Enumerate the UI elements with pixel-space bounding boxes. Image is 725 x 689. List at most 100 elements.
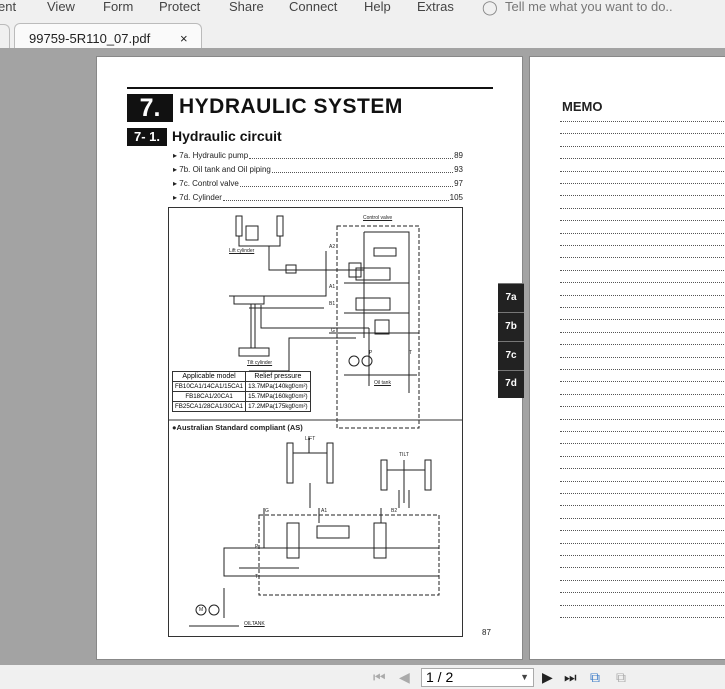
memo-line [560, 331, 725, 333]
side-tab-7d[interactable]: 7d [498, 370, 524, 398]
side-tab-7a[interactable]: 7a [498, 283, 524, 312]
table-cell: 13.7MPa(140kgf/cm²) [245, 381, 311, 392]
memo-line [560, 431, 725, 432]
tab-document[interactable]: 99759-5R110_07.pdf × [14, 23, 202, 49]
menu-extras[interactable]: Extras [417, 0, 454, 14]
memo-line [560, 505, 725, 507]
memo-line [560, 207, 725, 209]
leader-dots [239, 179, 454, 187]
menu-help[interactable]: Help [364, 0, 391, 14]
close-icon[interactable]: × [180, 31, 188, 46]
label-p: P [255, 544, 259, 550]
tell-me-search[interactable]: Tell me what you want to do.. [505, 0, 673, 14]
menu-document[interactable]: ent [0, 0, 16, 14]
port-a2: A2 [329, 244, 336, 250]
memo-line [560, 170, 725, 172]
label-tilt-cylinder: Tilt cylinder [247, 360, 273, 366]
label-control-valve: Control valve [363, 215, 393, 221]
first-page-button[interactable]: ⏮ [373, 669, 386, 686]
memo-line [560, 220, 725, 222]
memo-line [560, 592, 725, 594]
memo-line [560, 307, 725, 308]
port-g: G [331, 328, 335, 334]
document-viewer[interactable]: 7. HYDRAULIC SYSTEM 7- 1. Hydraulic circ… [0, 48, 725, 665]
previous-page-button[interactable]: ◀ [399, 669, 410, 686]
memo-line [560, 455, 725, 457]
toc-item[interactable]: ▸ 7c. Control valve 97 [173, 179, 463, 189]
leader-dots [271, 165, 454, 173]
memo-line [560, 555, 725, 556]
as-title: ●Australian Standard compliant (AS) [172, 423, 303, 432]
table-cell: 15.7MPa(160kgf/cm²) [245, 391, 311, 402]
menu-bar: ent View Form Protect Share Connect Help… [0, 0, 725, 20]
label-oiltank: OILTANK [244, 621, 265, 627]
menu-form[interactable]: Form [103, 0, 133, 14]
section-number: 7- 1. [127, 128, 167, 146]
memo-line [560, 493, 725, 494]
memo-line [560, 579, 725, 581]
menu-view[interactable]: View [47, 0, 75, 14]
leader-dots [222, 193, 449, 201]
memo-line [560, 604, 725, 606]
memo-line [560, 381, 725, 383]
toc-item[interactable]: ▸ 7a. Hydraulic pump 89 [173, 151, 463, 161]
side-tab-7b[interactable]: 7b [498, 312, 524, 341]
memo-line [560, 145, 725, 147]
toc-page: 89 [454, 151, 463, 160]
memo-line [560, 195, 725, 197]
memo-line [560, 294, 725, 296]
menu-connect[interactable]: Connect [289, 0, 337, 14]
memo-line [560, 443, 725, 445]
memo-line [560, 257, 725, 259]
next-page-button[interactable]: ▶ [542, 669, 553, 686]
tab-bar: 99759-5R110_07.pdf × [0, 20, 725, 49]
toc-page: 97 [454, 179, 463, 188]
chapter-title: HYDRAULIC SYSTEM [179, 95, 403, 118]
toc-page: 105 [449, 193, 463, 202]
menu-protect[interactable]: Protect [159, 0, 200, 14]
chevron-down-icon[interactable]: ▼ [520, 669, 529, 686]
table-row: FB25CA1/28CA1/30CA1 17.2MPa(175kgf/cm²) [171, 401, 311, 412]
section-title: Hydraulic circuit [172, 128, 282, 144]
tab-previous[interactable] [0, 24, 10, 48]
memo-line [560, 567, 725, 569]
memo-line [560, 517, 725, 519]
memo-line [560, 530, 725, 532]
table-cell: FB25CA1/28CA1/30CA1 [171, 401, 247, 412]
toc-label: ▸ 7b. Oil tank and Oil piping [173, 165, 271, 174]
page-indicator: 1 / 2 [426, 669, 454, 685]
port-a1: A1 [329, 284, 336, 290]
label-tilt: TILT [399, 452, 409, 458]
chapter-side-tabs: 7a 7b 7c 7d [498, 283, 524, 398]
table-cell: FB18CA1/20CA1 [171, 391, 247, 402]
lightbulb-icon: ◯ [482, 0, 498, 15]
label-lift: LIFT [305, 436, 316, 442]
toc-item[interactable]: ▸ 7d. Cylinder 105 [173, 193, 463, 203]
memo-line [560, 245, 725, 246]
memo-line [560, 617, 725, 618]
menu-share[interactable]: Share [229, 0, 264, 14]
memo-line [560, 121, 725, 122]
side-tab-7c[interactable]: 7c [498, 341, 524, 370]
page-selector[interactable]: 1 / 2 ▼ [421, 668, 534, 687]
previous-view-icon[interactable]: ⧉ [590, 669, 600, 686]
page-memo: MEMO [529, 56, 725, 660]
memo-line [560, 393, 725, 395]
next-view-icon[interactable]: ⧉ [616, 669, 626, 686]
toc-item[interactable]: ▸ 7b. Oil tank and Oil piping 93 [173, 165, 463, 175]
memo-line [560, 269, 725, 271]
label-t: T [255, 574, 259, 580]
memo-line [560, 418, 725, 420]
memo-line [560, 369, 725, 370]
navigation-bar: ⏮ ◀ 1 / 2 ▼ ▶ ⏭ ⧉ ⧉ [0, 665, 725, 689]
label-oil-tank: Oil tank [374, 380, 391, 386]
memo-line [560, 356, 725, 358]
toc-label: ▸ 7c. Control valve [173, 179, 239, 188]
leader-dots [249, 151, 454, 159]
last-page-button[interactable]: ⏭ [564, 669, 577, 686]
memo-line [560, 480, 725, 482]
page-number: 87 [482, 628, 491, 637]
memo-line [560, 158, 725, 160]
label-lift-cylinder: Lift cylinder [229, 248, 255, 254]
divider [127, 87, 493, 89]
